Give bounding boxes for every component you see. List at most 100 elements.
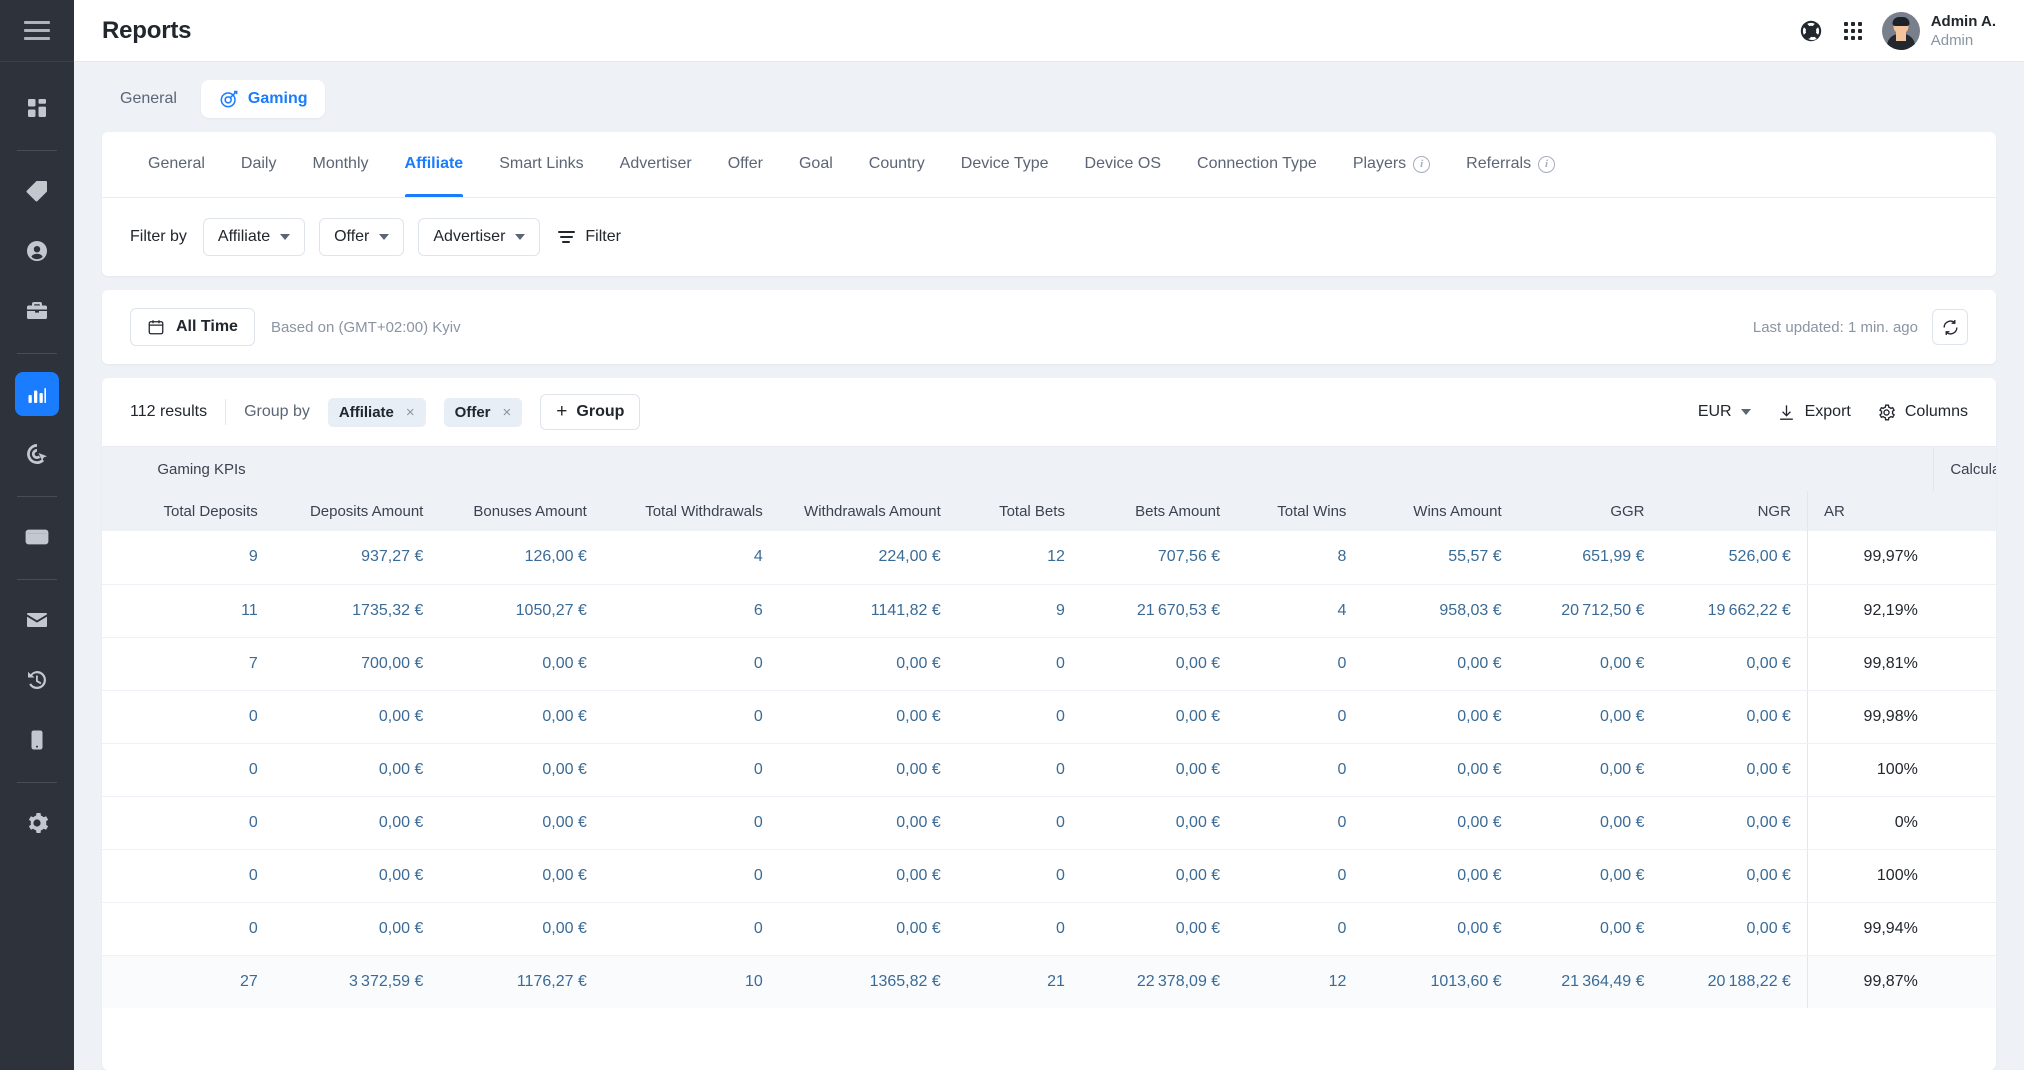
user-menu[interactable]: Admin A. Admin — [1881, 11, 1996, 50]
col-deposits-amount[interactable]: Deposits Amount — [273, 491, 440, 531]
filter-button[interactable]: Filter — [558, 228, 621, 246]
col-withdrawals-amount[interactable]: Withdrawals Amount — [778, 491, 957, 531]
cell-deposits-amount: 0,00 € — [273, 796, 440, 850]
cell-ar: 99,94% — [1806, 902, 1934, 956]
chevron-down-icon — [515, 234, 526, 240]
group-chip-affiliate[interactable]: Affiliate × — [327, 397, 426, 427]
table-row[interactable]: 0 0,00 €0,00 €0 0,00 €0 0,00 €0 0,00 €0,00 €… — [102, 902, 1996, 956]
tab-offer-label: Offer — [727, 155, 763, 172]
table-row[interactable]: 0 0,00 €0,00 €0 0,00 €0 0,00 €0 0,00 €0,00 €… — [102, 743, 1996, 797]
cell-total-bets: 12 — [956, 531, 1081, 585]
info-icon[interactable]: i — [1413, 155, 1431, 173]
col-total-wins[interactable]: Total Wins — [1236, 491, 1363, 531]
tab-connection-type[interactable]: Connection Type — [1179, 131, 1335, 197]
add-group-button[interactable]: + Group — [540, 394, 641, 430]
export-button[interactable]: Export — [1777, 403, 1851, 422]
filter-select-affiliate[interactable]: Affiliate — [202, 218, 306, 256]
sidebar-item-dashboard[interactable] — [15, 86, 59, 130]
filter-select-offer[interactable]: Offer — [319, 218, 405, 256]
col-bets-amount[interactable]: Bets Amount — [1080, 491, 1237, 531]
cell-ar: 0% — [1806, 796, 1934, 850]
plus-icon: + — [556, 401, 568, 422]
group-chip-offer[interactable]: Offer × — [443, 397, 523, 427]
tab-daily[interactable]: Daily — [223, 131, 295, 197]
sidebar-item-mobile[interactable] — [15, 718, 59, 762]
tab-smart-links-label: Smart Links — [499, 155, 584, 172]
table-row[interactable]: 0 0,00 €0,00 €0 0,00 €0 0,00 €0 0,00 €0,00 €… — [102, 849, 1996, 903]
lifebuoy-icon[interactable] — [1798, 18, 1824, 44]
tab-affiliate[interactable]: Affiliate — [387, 131, 482, 197]
sidebar-item-activity-log[interactable] — [15, 658, 59, 702]
sidebar-item-reports[interactable] — [15, 372, 59, 416]
tab-smart-links[interactable]: Smart Links — [481, 131, 601, 197]
tab-advertiser[interactable]: Advertiser — [602, 131, 710, 197]
cell-total-deposits: 27 — [141, 955, 274, 1008]
tab-general[interactable]: General — [130, 131, 223, 197]
row-gutter — [102, 637, 142, 691]
export-label: Export — [1804, 403, 1851, 420]
tab-device-type[interactable]: Device Type — [943, 131, 1067, 197]
col-ggr[interactable]: GGR — [1517, 491, 1661, 531]
apps-grid-icon[interactable] — [1843, 21, 1862, 40]
table-scroll-area[interactable]: Gaming KPIs Calculations Total Deposits … — [102, 446, 1996, 1070]
filter-select-advertiser-label: Advertiser — [433, 228, 506, 245]
info-icon[interactable]: i — [1538, 155, 1556, 173]
tab-monthly[interactable]: Monthly — [294, 131, 386, 197]
sidebar-item-advertisers[interactable] — [15, 289, 59, 333]
tab-device-type-label: Device Type — [960, 155, 1049, 172]
filter-select-advertiser[interactable]: Advertiser — [418, 218, 541, 256]
currency-select[interactable]: EUR — [1698, 403, 1751, 421]
sidebar-item-settings[interactable] — [15, 801, 59, 845]
col-total-withdrawals[interactable]: Total Withdrawals — [602, 491, 779, 531]
sidebar-item-affiliates[interactable] — [15, 229, 59, 273]
cell-withdrawals-amount: 1141,82 € — [778, 584, 957, 638]
close-icon[interactable]: × — [406, 404, 415, 421]
date-range-label: All Time — [176, 318, 238, 335]
main-area: Reports Admin A. Admin General Gaming Ge… — [74, 0, 2024, 1070]
row-gutter — [102, 796, 142, 850]
user-role: Admin — [1930, 31, 1974, 49]
user-name: Admin A. — [1930, 12, 1996, 30]
tab-goal[interactable]: Goal — [781, 131, 851, 197]
section-tab-general[interactable]: General — [102, 81, 195, 117]
cell-ggr: 0,00 € — [1517, 690, 1661, 744]
col-ngr[interactable]: NGR — [1660, 491, 1808, 531]
table-total-row[interactable]: 27 3 372,59 €1176,27 €10 1365,82 €21 22 378… — [102, 955, 1996, 1008]
table-row[interactable]: 7 700,00 €0,00 €0 0,00 €0 0,00 €0 0,00 €0,00… — [102, 637, 1996, 691]
sidebar-divider — [17, 150, 57, 151]
date-range-button[interactable]: All Time — [130, 308, 255, 346]
table-row[interactable]: 0 0,00 €0,00 €0 0,00 €0 0,00 €0 0,00 €0,00 €… — [102, 690, 1996, 744]
table-row[interactable]: 11 1735,32 €1050,27 €6 1141,82 €9 21 670,53… — [102, 584, 1996, 638]
cell-deposits-amount: 1735,32 € — [273, 584, 440, 638]
col-total-bets[interactable]: Total Bets — [956, 491, 1081, 531]
col-wins-amount[interactable]: Wins Amount — [1362, 491, 1518, 531]
cell-spacer — [1933, 690, 1996, 744]
section-tab-gaming[interactable]: Gaming — [200, 80, 326, 118]
section-tabs: General Gaming — [74, 62, 2024, 118]
table-row[interactable]: 9 937,27 €126,00 €4 224,00 €12 707,56 €8 55,… — [102, 531, 1996, 585]
sidebar-item-offers[interactable] — [15, 169, 59, 213]
tab-offer[interactable]: Offer — [710, 131, 781, 197]
table-row[interactable]: 0 0,00 €0,00 €0 0,00 €0 0,00 €0 0,00 €0,00 €… — [102, 796, 1996, 850]
col-total-deposits[interactable]: Total Deposits — [141, 491, 274, 531]
sidebar-item-billing[interactable] — [15, 515, 59, 559]
sidebar-menu-toggle[interactable] — [0, 0, 74, 62]
cell-withdrawals-amount: 0,00 € — [778, 743, 957, 797]
sidebar-item-conversions[interactable] — [15, 432, 59, 476]
refresh-button[interactable] — [1932, 309, 1968, 345]
col-ar[interactable]: AR — [1806, 491, 1934, 531]
tab-players[interactable]: Players i — [1335, 131, 1448, 197]
columns-button[interactable]: Columns — [1877, 403, 1968, 422]
cell-total-bets: 21 — [956, 955, 1081, 1008]
close-icon[interactable]: × — [503, 404, 512, 421]
cell-bonuses-amount: 1050,27 € — [439, 584, 603, 638]
calendar-icon — [148, 320, 164, 335]
col-bonuses-amount[interactable]: Bonuses Amount — [439, 491, 603, 531]
sidebar-item-messages[interactable] — [15, 598, 59, 642]
cell-total-wins: 8 — [1236, 531, 1363, 585]
row-gutter — [102, 531, 142, 585]
tab-referrals[interactable]: Referrals i — [1448, 131, 1573, 197]
tab-device-os[interactable]: Device OS — [1067, 131, 1179, 197]
tab-country[interactable]: Country — [851, 131, 943, 197]
hamburger-icon[interactable] — [24, 21, 50, 40]
